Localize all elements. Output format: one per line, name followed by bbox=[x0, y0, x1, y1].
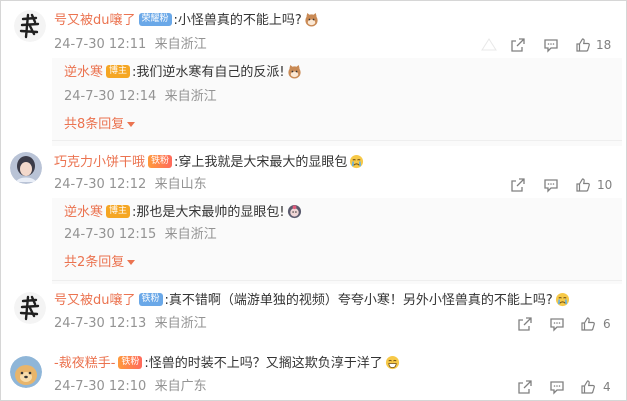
reply-line: 逆水寒 博主:那也是大宋最帅的显眼包! bbox=[64, 204, 302, 222]
author-badge: 博主 bbox=[106, 205, 131, 218]
location: 来自浙江 bbox=[154, 316, 207, 331]
timestamp: 24-7-30 12:10 bbox=[54, 379, 147, 394]
like-icon[interactable] bbox=[580, 315, 596, 333]
fan-badge[interactable]: 铁粉 bbox=[138, 293, 163, 306]
like-count: 10 bbox=[597, 178, 613, 192]
location: 来自山东 bbox=[154, 177, 207, 192]
grin-emoji bbox=[385, 355, 400, 370]
timestamp: 24-7-30 12:11 bbox=[54, 37, 147, 52]
timestamp: 24-7-30 12:15 bbox=[64, 227, 157, 242]
comment-line: 巧克力小饼干哦 铁粉:穿上我就是大宋最大的显眼包 bbox=[54, 154, 364, 172]
fan-badge[interactable]: 铁粉 bbox=[148, 155, 173, 168]
share-icon[interactable] bbox=[510, 36, 526, 54]
username[interactable]: -裁夜糕手- bbox=[54, 356, 115, 371]
reply-username[interactable]: 逆水寒 bbox=[64, 205, 103, 220]
comment-meta: 24-7-30 12:13 来自浙江 bbox=[54, 315, 207, 333]
like-count: 4 bbox=[603, 380, 611, 394]
avatar[interactable] bbox=[14, 292, 46, 324]
view-replies-link[interactable]: 共8条回复 bbox=[64, 116, 136, 134]
location: 来自浙江 bbox=[164, 89, 217, 104]
share-icon[interactable] bbox=[517, 378, 533, 396]
like-count: 6 bbox=[603, 317, 611, 331]
like-icon[interactable] bbox=[580, 378, 596, 396]
timestamp: 24-7-30 12:12 bbox=[54, 177, 147, 192]
caret-down-icon bbox=[127, 260, 136, 265]
reply-username[interactable]: 逆水寒 bbox=[64, 65, 103, 80]
comment-meta: 24-7-30 12:12 来自山东 bbox=[54, 176, 207, 194]
comment-icon[interactable] bbox=[543, 176, 559, 194]
avatar[interactable] bbox=[10, 356, 42, 388]
comment-text: :怪兽的时装不上吗？又搁这欺负淳于洋了 bbox=[144, 356, 383, 371]
share-icon[interactable] bbox=[510, 176, 526, 194]
comment-icon[interactable] bbox=[549, 315, 565, 333]
cat-face-emoji bbox=[287, 64, 302, 79]
sticker-emoji bbox=[287, 204, 302, 219]
reply-line: 逆水寒 博主:我们逆水寒有自己的反派! bbox=[64, 64, 302, 82]
cat-face-emoji bbox=[304, 12, 319, 27]
location: 来自广东 bbox=[154, 379, 207, 394]
avatar[interactable] bbox=[10, 152, 42, 184]
reply-meta: 24-7-30 12:15 来自浙江 bbox=[64, 226, 217, 244]
share-icon[interactable] bbox=[517, 315, 533, 333]
author-badge: 博主 bbox=[106, 65, 131, 78]
comment-text: :真不错啊（端游单独的视频）夸夸小寒！另外小怪兽真的不能上吗? bbox=[164, 293, 553, 308]
watermark-icon bbox=[480, 36, 498, 54]
view-replies-link[interactable]: 共2条回复 bbox=[64, 254, 136, 272]
divider bbox=[52, 280, 622, 281]
comment-line: -裁夜糕手- 铁粉:怪兽的时装不上吗？又搁这欺负淳于洋了 bbox=[54, 355, 400, 373]
comment-meta: 24-7-30 12:10 来自广东 bbox=[54, 378, 207, 396]
comment-text: :小怪兽真的不能上吗? bbox=[173, 13, 302, 28]
reply-meta: 24-7-30 12:14 来自浙江 bbox=[64, 88, 217, 106]
comment-icon[interactable] bbox=[543, 36, 559, 54]
crying-emoji bbox=[349, 154, 364, 169]
location: 来自浙江 bbox=[164, 227, 217, 242]
caret-down-icon bbox=[127, 122, 136, 127]
crying-emoji bbox=[555, 292, 570, 307]
timestamp: 24-7-30 12:13 bbox=[54, 316, 147, 331]
fan-badge[interactable]: 铁粉 bbox=[118, 356, 143, 369]
comment-icon[interactable] bbox=[549, 378, 565, 396]
location: 来自浙江 bbox=[154, 37, 207, 52]
username[interactable]: 号又被du嚷了 bbox=[54, 13, 136, 28]
view-replies-label: 共2条回复 bbox=[64, 255, 125, 270]
comment-meta: 24-7-30 12:11 来自浙江 bbox=[54, 36, 207, 54]
divider bbox=[52, 140, 622, 141]
reply-text: :我们逆水寒有自己的反派! bbox=[132, 65, 285, 80]
comment-line: 号又被du嚷了 荣耀粉:小怪兽真的不能上吗? bbox=[54, 12, 319, 30]
comment-line: 号又被du嚷了 铁粉:真不错啊（端游单独的视频）夸夸小寒！另外小怪兽真的不能上吗? bbox=[54, 292, 570, 310]
comment-text: :穿上我就是大宋最大的显眼包 bbox=[174, 155, 348, 170]
username[interactable]: 巧克力小饼干哦 bbox=[54, 155, 145, 170]
avatar[interactable] bbox=[14, 10, 46, 42]
like-count: 18 bbox=[596, 38, 612, 52]
view-replies-label: 共8条回复 bbox=[64, 117, 125, 132]
reply-text: :那也是大宋最帅的显眼包! bbox=[132, 205, 285, 220]
username[interactable]: 号又被du嚷了 bbox=[54, 293, 136, 308]
like-icon[interactable] bbox=[575, 36, 591, 54]
timestamp: 24-7-30 12:14 bbox=[64, 89, 157, 104]
fan-badge[interactable]: 荣耀粉 bbox=[138, 13, 172, 26]
like-icon[interactable] bbox=[575, 176, 591, 194]
